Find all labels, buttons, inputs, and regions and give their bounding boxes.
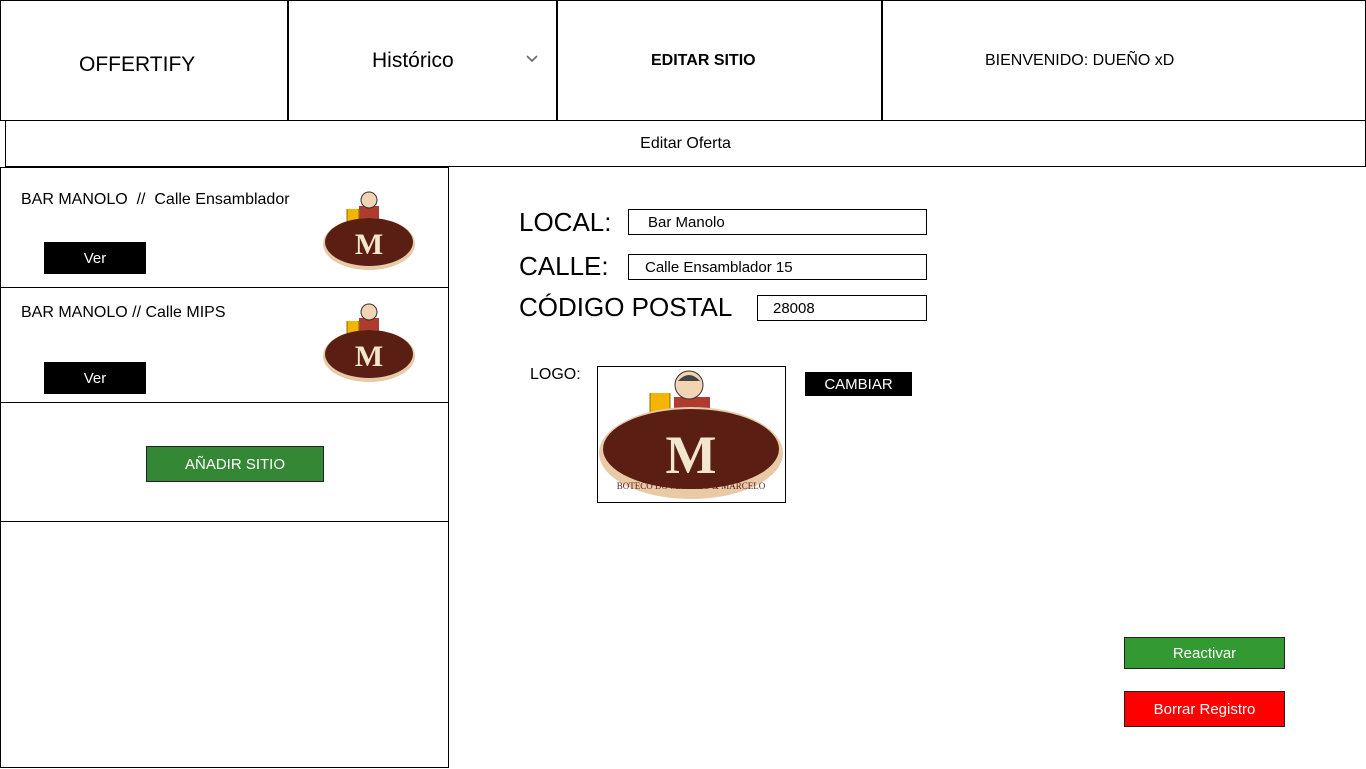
edit-offer-label: Editar Oferta	[640, 134, 731, 152]
site-card-title: BAR MANOLO // Calle MIPS	[21, 304, 226, 321]
chevron-down-icon	[526, 55, 538, 63]
bar-manolo-logo-icon: M	[323, 303, 415, 382]
delete-record-button[interactable]: Borrar Registro	[1124, 691, 1285, 727]
street-label: CALLE:	[519, 251, 609, 281]
history-dropdown-label: Histórico	[372, 49, 454, 72]
welcome-text: BIENVENIDO: DUEÑO xD	[985, 52, 1175, 69]
local-input[interactable]	[628, 209, 927, 235]
reactivate-button[interactable]: Reactivar	[1124, 637, 1285, 669]
add-site-button[interactable]: AÑADIR SITIO	[146, 446, 324, 482]
logo-preview: M BOTECO DO MANOLO & MARCELO	[597, 366, 786, 503]
view-site-button[interactable]: Ver	[44, 242, 146, 274]
history-dropdown[interactable]: Histórico	[287, 0, 558, 121]
site-card: BAR MANOLO // Calle Ensamblador Ver M	[0, 167, 449, 288]
edit-site-nav-label: EDITAR SITIO	[651, 52, 756, 69]
bar-manolo-logo-icon: M BOTECO DO MANOLO & MARCELO	[599, 370, 783, 499]
add-site-panel: AÑADIR SITIO	[0, 402, 449, 522]
edit-site-nav[interactable]: EDITAR SITIO	[557, 0, 883, 121]
svg-text:M: M	[355, 228, 383, 261]
svg-text:M: M	[666, 425, 717, 485]
site-card-title: BAR MANOLO // Calle Ensamblador	[21, 191, 290, 208]
postal-code-input[interactable]	[757, 295, 927, 321]
welcome-cell: BIENVENIDO: DUEÑO xD	[882, 0, 1366, 121]
brand-name: OFFERTIFY	[79, 53, 196, 76]
postal-code-label: CÓDIGO POSTAL	[519, 292, 733, 322]
view-site-button[interactable]: Ver	[44, 362, 146, 394]
logo-brand-text: BOTECO DO MANOLO & MARCELO	[617, 481, 766, 491]
bar-manolo-logo-icon: M	[323, 191, 415, 270]
change-logo-button[interactable]: CAMBIAR	[805, 372, 912, 396]
sidebar-empty-area	[0, 521, 449, 768]
edit-offer-bar[interactable]: Editar Oferta	[5, 120, 1366, 167]
street-input[interactable]	[628, 254, 927, 280]
local-label: LOCAL:	[519, 207, 612, 237]
svg-text:M: M	[355, 340, 383, 373]
logo-label: LOGO:	[530, 366, 581, 383]
brand-header-cell: OFFERTIFY	[0, 0, 288, 121]
site-card: BAR MANOLO // Calle MIPS Ver M	[0, 287, 449, 403]
